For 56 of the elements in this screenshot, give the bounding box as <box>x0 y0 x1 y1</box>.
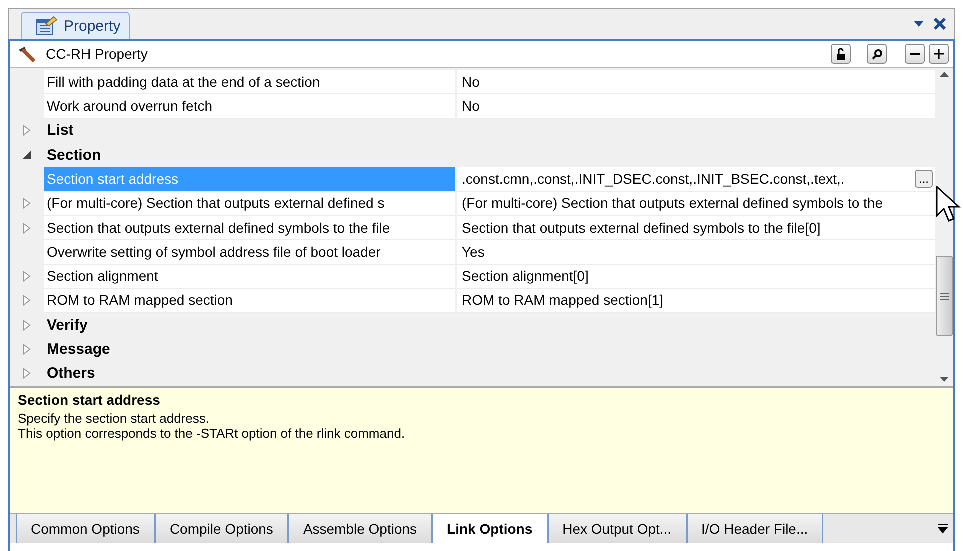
category-label[interactable]: Message <box>47 341 110 358</box>
description-title: Section start address <box>18 392 162 408</box>
property-name[interactable]: Section that outputs external defined symbols to the file <box>44 216 455 240</box>
minus-icon <box>910 53 920 55</box>
plus-icon <box>934 49 944 59</box>
scroll-up-icon[interactable] <box>940 72 948 77</box>
property-value[interactable]: .const.cmn,.const,.INIT_DSEC.const,.INIT_BSEC.const,.text,. ... <box>457 167 935 192</box>
expand-arrow-icon[interactable] <box>23 295 31 306</box>
collapse-arrow-icon[interactable] <box>22 150 32 160</box>
padlock-icon <box>836 48 846 60</box>
collapse-all-button[interactable] <box>905 44 925 64</box>
property-value[interactable]: (For multi-core) Section that outputs external defined symbols to the <box>457 192 935 216</box>
property-value[interactable]: ROM to RAM mapped section[1] <box>457 288 935 314</box>
panel-tab[interactable]: Property <box>21 12 130 39</box>
category-label[interactable]: Others <box>47 365 96 382</box>
search-icon <box>872 48 882 60</box>
expand-arrow-icon[interactable] <box>23 222 31 234</box>
expand-arrow-icon[interactable] <box>23 198 31 210</box>
grip-icon <box>940 292 949 300</box>
property-value[interactable]: No <box>457 94 935 119</box>
category-label[interactable]: Verify <box>47 316 88 334</box>
expand-arrow-icon[interactable] <box>23 125 31 136</box>
property-name[interactable]: ROM to RAM mapped section <box>44 288 455 314</box>
expand-arrow-icon[interactable] <box>23 368 31 380</box>
header-title: CC-RH Property <box>46 46 149 62</box>
property-sheet-icon <box>36 16 58 36</box>
scroll-down-icon[interactable] <box>940 377 948 382</box>
category-label[interactable]: Section <box>47 146 102 164</box>
options-tab[interactable]: Assemble Options <box>288 514 432 543</box>
options-tab[interactable]: I/O Header File... <box>686 514 824 543</box>
search-button[interactable] <box>867 44 887 64</box>
options-tab[interactable]: Hex Output Opt... <box>548 514 687 543</box>
property-value[interactable]: Section alignment[0] <box>457 264 935 289</box>
expand-all-button[interactable] <box>929 44 949 64</box>
description-text: Specify the section start address. <box>18 411 210 426</box>
property-name[interactable]: (For multi-core) Section that outputs external defined s <box>44 192 455 216</box>
expand-arrow-icon[interactable] <box>23 320 31 331</box>
options-tab[interactable]: Link Options <box>432 514 548 543</box>
close-icon[interactable] <box>934 18 946 30</box>
hammer-icon <box>18 46 36 62</box>
dropdown-icon[interactable] <box>914 21 924 27</box>
property-value[interactable]: No <box>457 70 935 94</box>
expand-arrow-icon[interactable] <box>23 344 31 356</box>
property-value[interactable]: Section that outputs external defined symbols to the file[0] <box>457 216 935 240</box>
property-name[interactable]: Overwrite setting of symbol address file of boot loader <box>44 240 455 264</box>
property-value[interactable]: Yes <box>457 240 935 264</box>
category-label[interactable]: List <box>47 122 74 140</box>
browse-button[interactable]: ... <box>914 170 933 188</box>
property-name[interactable]: Section alignment <box>44 264 455 289</box>
description-text: This option corresponds to the -STARt option of the rlink command. <box>18 426 406 441</box>
options-tab[interactable]: Compile Options <box>154 514 288 543</box>
options-tab[interactable]: Common Options <box>16 514 155 543</box>
expand-arrow-icon[interactable] <box>23 271 31 282</box>
property-name[interactable]: Fill with padding data at the end of a section <box>44 70 455 94</box>
property-name[interactable]: Work around overrun fetch <box>44 94 455 119</box>
lock-button[interactable] <box>831 44 851 64</box>
